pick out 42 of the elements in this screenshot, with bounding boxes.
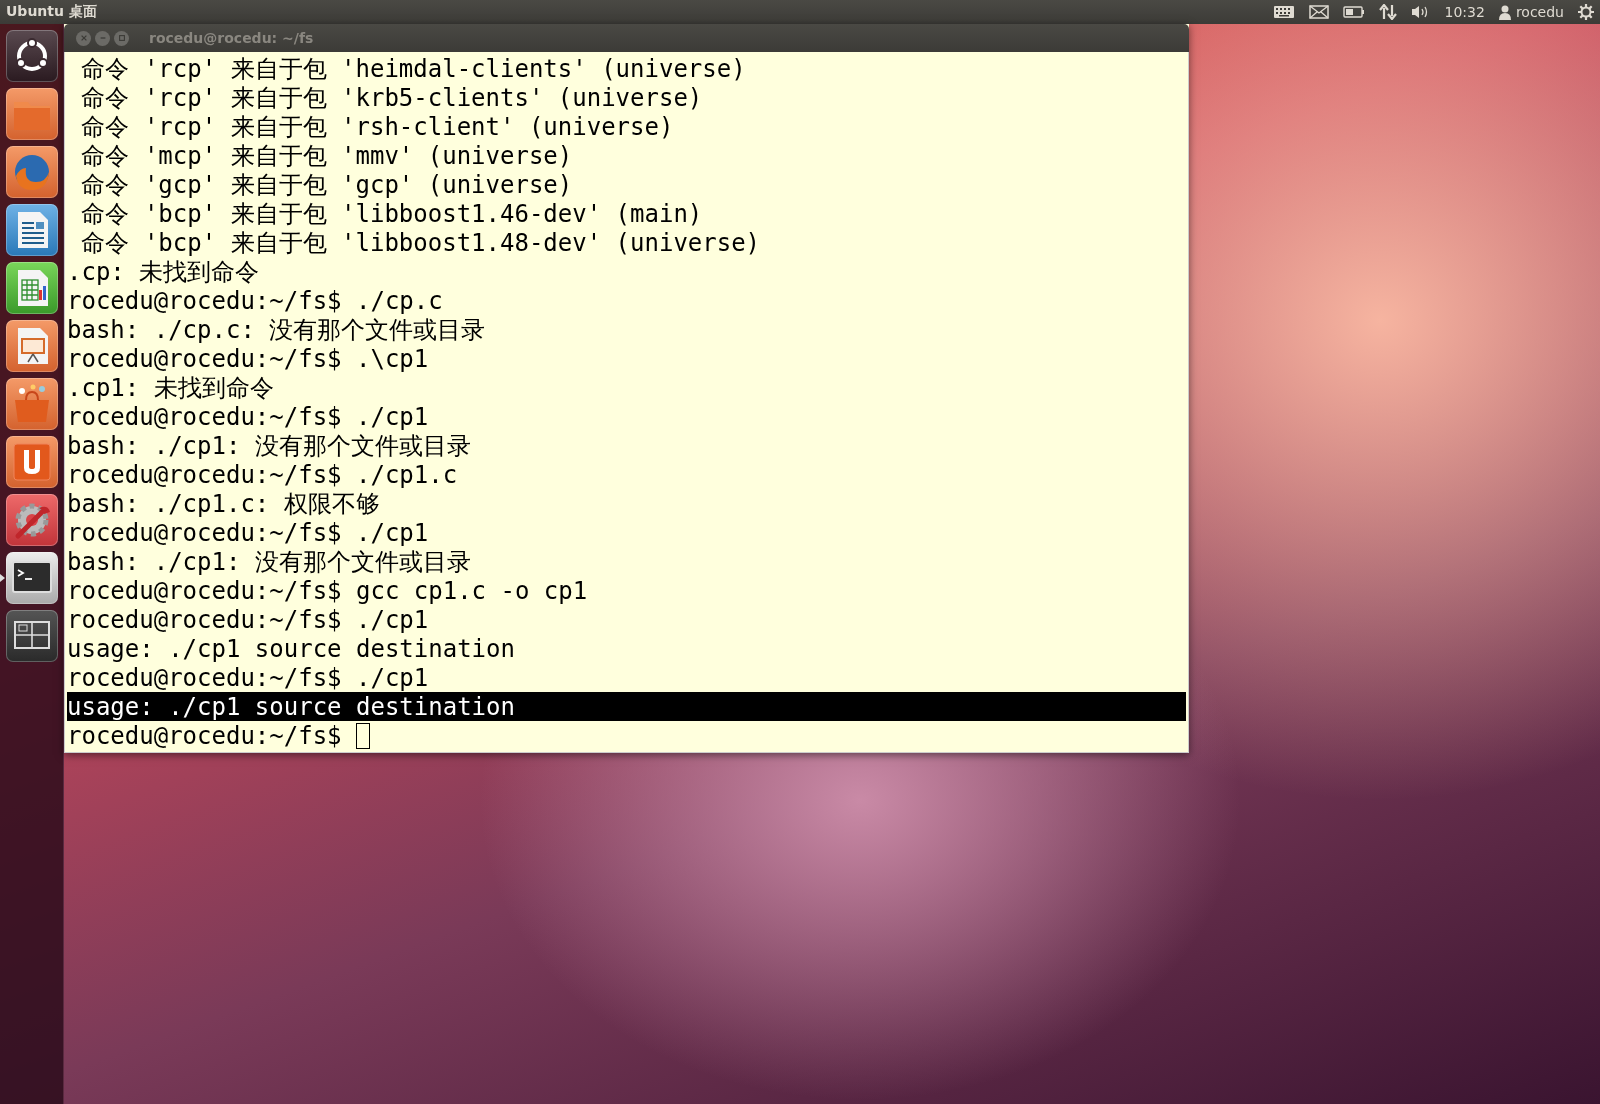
terminal-line: rocedu@rocedu:~/fs$ xyxy=(67,721,343,750)
terminal-line: 命令 'rcp' 来自于包 'krb5-clients' (universe) xyxy=(80,82,703,114)
terminal-line: bash: ./cp1.c: 权限不够 xyxy=(67,488,380,520)
terminal-line: usage: ./cp1 source destination xyxy=(67,634,515,663)
terminal-line: usage: ./cp1 source destination xyxy=(67,692,515,721)
close-icon xyxy=(79,34,88,42)
terminal-line: 命令 'gcp' 来自于包 'gcp' (universe) xyxy=(80,169,573,201)
terminal-line: rocedu@rocedu:~/fs$ ./cp.c xyxy=(67,286,443,315)
person-icon xyxy=(1498,4,1511,20)
user-menu[interactable]: rocedu xyxy=(1498,4,1564,20)
terminal-line: rocedu@rocedu:~/fs$ ./cp1 xyxy=(67,605,429,634)
terminal-line: 命令 'rcp' 来自于包 'heimdal-clients' (universe) xyxy=(80,53,746,85)
window-title: rocedu@rocedu: ~/fs xyxy=(149,30,314,46)
keyboard-icon[interactable] xyxy=(1272,5,1295,19)
battery-icon[interactable] xyxy=(1342,6,1365,18)
launcher-button[interactable] xyxy=(6,204,58,256)
envelope-icon[interactable] xyxy=(1308,5,1329,19)
terminal-line: rocedu@rocedu:~/fs$ ./cp1 xyxy=(67,663,429,692)
minimize-icon xyxy=(98,34,107,42)
launcher-button[interactable] xyxy=(6,610,58,662)
terminal-line: .cp: 未找到命令 xyxy=(67,256,260,288)
terminal-line: rocedu@rocedu:~/fs$ .\cp1 xyxy=(67,344,429,373)
launcher-button[interactable] xyxy=(6,552,58,604)
terminal-line: bash: ./cp1: 没有那个文件或目录 xyxy=(67,546,471,578)
terminal-line: .cp1: 未找到命令 xyxy=(67,372,274,404)
panel-title: Ubuntu 桌面 xyxy=(6,3,97,21)
launcher-button[interactable] xyxy=(6,30,58,82)
terminal-line: rocedu@rocedu:~/fs$ gcc cp1.c -o cp1 xyxy=(67,576,588,605)
up-down-arrows-icon[interactable] xyxy=(1378,4,1397,20)
maximize-icon xyxy=(117,34,126,42)
terminal-line: bash: ./cp.c: 没有那个文件或目录 xyxy=(67,314,486,346)
terminal-line: 命令 'bcp' 来自于包 'libboost1.48-dev' (universe) xyxy=(80,227,761,259)
terminal-line: bash: ./cp1: 没有那个文件或目录 xyxy=(67,430,471,462)
terminal-line: rocedu@rocedu:~/fs$ ./cp1 xyxy=(67,402,429,431)
text-cursor xyxy=(356,722,370,749)
terminal-line: 命令 'bcp' 来自于包 'libboost1.46-dev' (main) xyxy=(80,198,703,230)
terminal-line: 命令 'mcp' 来自于包 'mmv' (universe) xyxy=(80,140,573,172)
terminal-line: rocedu@rocedu:~/fs$ ./cp1.c xyxy=(67,460,458,489)
gear-icon[interactable] xyxy=(1578,4,1594,20)
terminal-line: 命令 'rcp' 来自于包 'rsh-client' (universe) xyxy=(80,111,674,143)
terminal-line: rocedu@rocedu:~/fs$ ./cp1 xyxy=(67,518,429,547)
clock[interactable]: 10:32 xyxy=(1444,4,1485,20)
